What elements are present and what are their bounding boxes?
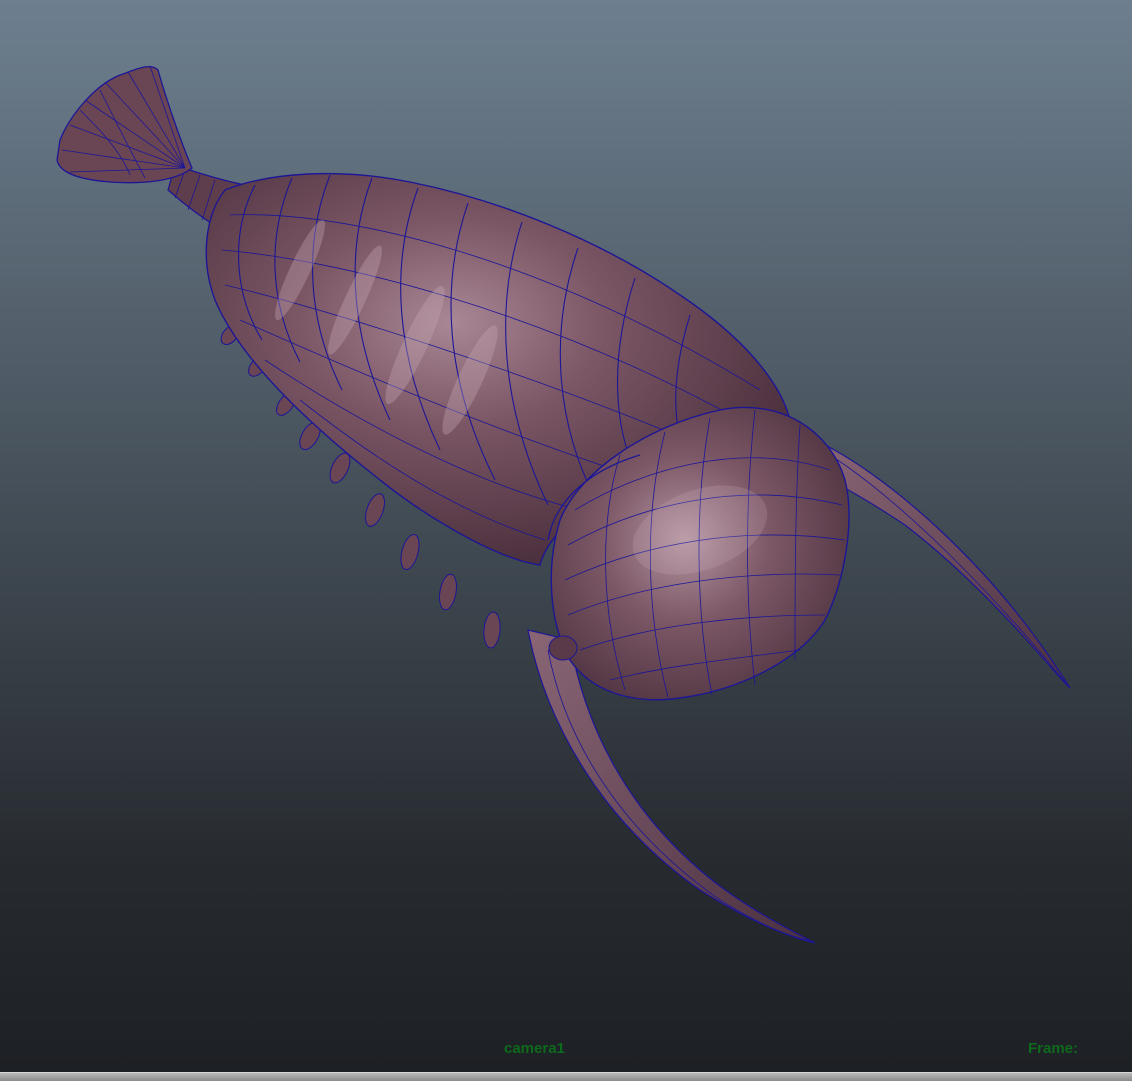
frame-label: Frame: (1028, 1040, 1079, 1057)
tail-fan (56, 66, 193, 184)
maya-viewport[interactable]: camera1 Frame: (0, 0, 1132, 1072)
creature-model (56, 65, 1071, 944)
right-horn (811, 439, 1071, 689)
camera-name-label: camera1 (504, 1040, 565, 1057)
